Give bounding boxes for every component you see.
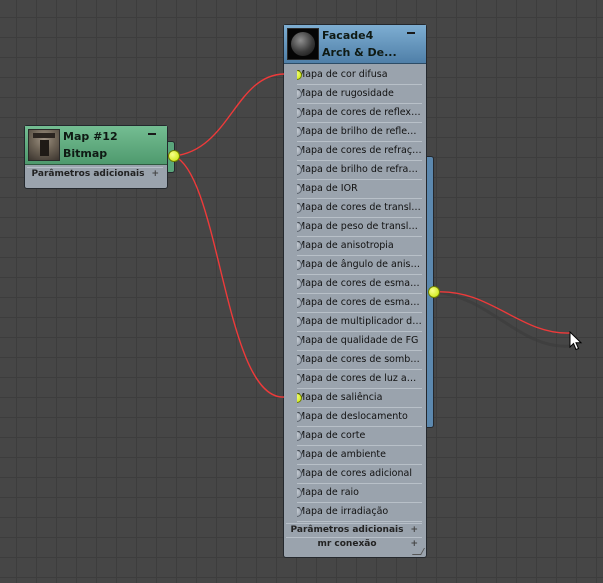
material-thumbnail <box>287 28 319 60</box>
slot-refraction-glossiness-map[interactable]: Mapa de brilho de refração <box>297 161 422 180</box>
slot-label: Mapa de ambiente <box>297 449 386 460</box>
slot-label: Mapa de cores de sombr... <box>297 354 422 365</box>
slot-label: Mapa de cores de esmae... <box>297 297 422 308</box>
slot-label: Mapa de brilho de reflexão <box>297 126 422 137</box>
wire-output-drag <box>433 291 571 334</box>
slot-label: Mapa de multiplicador de... <box>297 316 422 327</box>
slot-label: Mapa de qualidade de FG <box>297 335 419 346</box>
slot-anisotropy-angle-map[interactable]: Mapa de ângulo de aniso... <box>297 256 422 275</box>
slot-label: Mapa de deslocamento <box>297 411 408 422</box>
slot-translucency-weight-map[interactable]: Mapa de peso de translu... <box>297 218 422 237</box>
slot-displacement-map[interactable]: Mapa de deslocamento <box>297 408 422 427</box>
slot-roughness-map[interactable]: Mapa de rugosidade <box>297 85 422 104</box>
slot-label: Mapa de cor difusa <box>297 69 388 80</box>
slot-ambient-light-color-map[interactable]: Mapa de cores de luz am... <box>297 370 422 389</box>
plus-icon[interactable]: + <box>410 524 418 536</box>
slot-ior-map[interactable]: Mapa de IOR <box>297 180 422 199</box>
slot-label: Mapa de raio <box>297 487 359 498</box>
resize-grip-icon[interactable] <box>411 548 426 555</box>
slot-environment-map[interactable]: Mapa de ambiente <box>297 446 422 465</box>
slot-refraction-color-map[interactable]: Mapa de cores de refração <box>297 142 422 161</box>
material-node[interactable]: Facade4 Arch & De... Mapa de cor difusa … <box>283 24 427 558</box>
bitmap-thumbnail <box>28 129 60 161</box>
slot-bump-map[interactable]: Mapa de saliência <box>297 389 422 408</box>
rollout-label: Parâmetros adicionais <box>31 169 145 179</box>
bitmap-rollout-additional-params[interactable]: Parâmetros adicionais + <box>27 167 163 180</box>
slot-label: Mapa de cores de translu... <box>297 202 422 213</box>
slot-label: Mapa de rugosidade <box>297 88 394 99</box>
slot-falloff-color-map-1[interactable]: Mapa de cores de esmae... <box>297 275 422 294</box>
slot-multiplier-map[interactable]: Mapa de multiplicador de... <box>297 313 422 332</box>
material-node-type: Arch & De... <box>322 46 397 59</box>
slot-fg-quality-map[interactable]: Mapa de qualidade de FG <box>297 332 422 351</box>
slot-shadow-color-map[interactable]: Mapa de cores de sombr... <box>297 351 422 370</box>
mouse-cursor-icon <box>569 331 583 351</box>
minimize-icon[interactable] <box>148 133 156 135</box>
slot-radius-map[interactable]: Mapa de raio <box>297 484 422 503</box>
minimize-icon[interactable] <box>407 32 415 34</box>
slot-reflection-glossiness-map[interactable]: Mapa de brilho de reflexão <box>297 123 422 142</box>
slot-label: Mapa de anisotropia <box>297 240 394 251</box>
slot-label: Mapa de irradiação <box>297 506 389 517</box>
material-output-socket[interactable] <box>428 286 440 298</box>
slot-label: Mapa de cores de esmae... <box>297 278 422 289</box>
plus-icon[interactable]: + <box>151 168 159 180</box>
bitmap-node-header[interactable]: Map #12 Bitmap <box>25 126 167 165</box>
bitmap-output-socket[interactable] <box>168 150 180 162</box>
slot-label: Mapa de cores de reflexão <box>297 107 422 118</box>
slot-label: Mapa de saliência <box>297 392 383 403</box>
slot-label: Mapa de brilho de refração <box>297 164 422 175</box>
rollout-label: Parâmetros adicionais <box>290 525 404 535</box>
slot-falloff-color-map-2[interactable]: Mapa de cores de esmae... <box>297 294 422 313</box>
slot-diffuse-color-map[interactable]: Mapa de cor difusa <box>297 66 422 85</box>
material-rollout-mr-connection[interactable]: mr conexão + <box>286 537 422 550</box>
slot-label: Mapa de cores de luz am... <box>297 373 422 384</box>
material-rollout-additional-params[interactable]: Parâmetros adicionais + <box>286 523 422 536</box>
slot-label: Mapa de IOR <box>297 183 358 194</box>
slot-anisotropy-map[interactable]: Mapa de anisotropia <box>297 237 422 256</box>
slot-label: Mapa de ângulo de aniso... <box>297 259 422 270</box>
material-node-header[interactable]: Facade4 Arch & De... <box>284 25 426 64</box>
slot-translucency-color-map[interactable]: Mapa de cores de translu... <box>297 199 422 218</box>
slot-label: Mapa de cores de refração <box>297 145 422 156</box>
slot-reflection-color-map[interactable]: Mapa de cores de reflexão <box>297 104 422 123</box>
slot-label: Mapa de cores adicional <box>297 468 412 479</box>
material-node-name: Facade4 <box>322 29 374 42</box>
slot-cutout-map[interactable]: Mapa de corte <box>297 427 422 446</box>
rollout-label: mr conexão <box>317 539 377 549</box>
wire-shadow <box>433 290 571 348</box>
slot-additional-color-map[interactable]: Mapa de cores adicional <box>297 465 422 484</box>
slot-irradiance-map[interactable]: Mapa de irradiação <box>297 503 422 522</box>
slot-label: Mapa de corte <box>297 430 366 441</box>
wire-bitmap-to-bump <box>173 155 285 398</box>
bitmap-node[interactable]: Map #12 Bitmap Parâmetros adicionais + <box>24 125 168 189</box>
slot-label: Mapa de peso de translu... <box>297 221 422 232</box>
wire-bitmap-to-diffuse <box>173 73 285 157</box>
bitmap-node-type: Bitmap <box>63 147 108 160</box>
bitmap-node-name: Map #12 <box>63 130 118 143</box>
